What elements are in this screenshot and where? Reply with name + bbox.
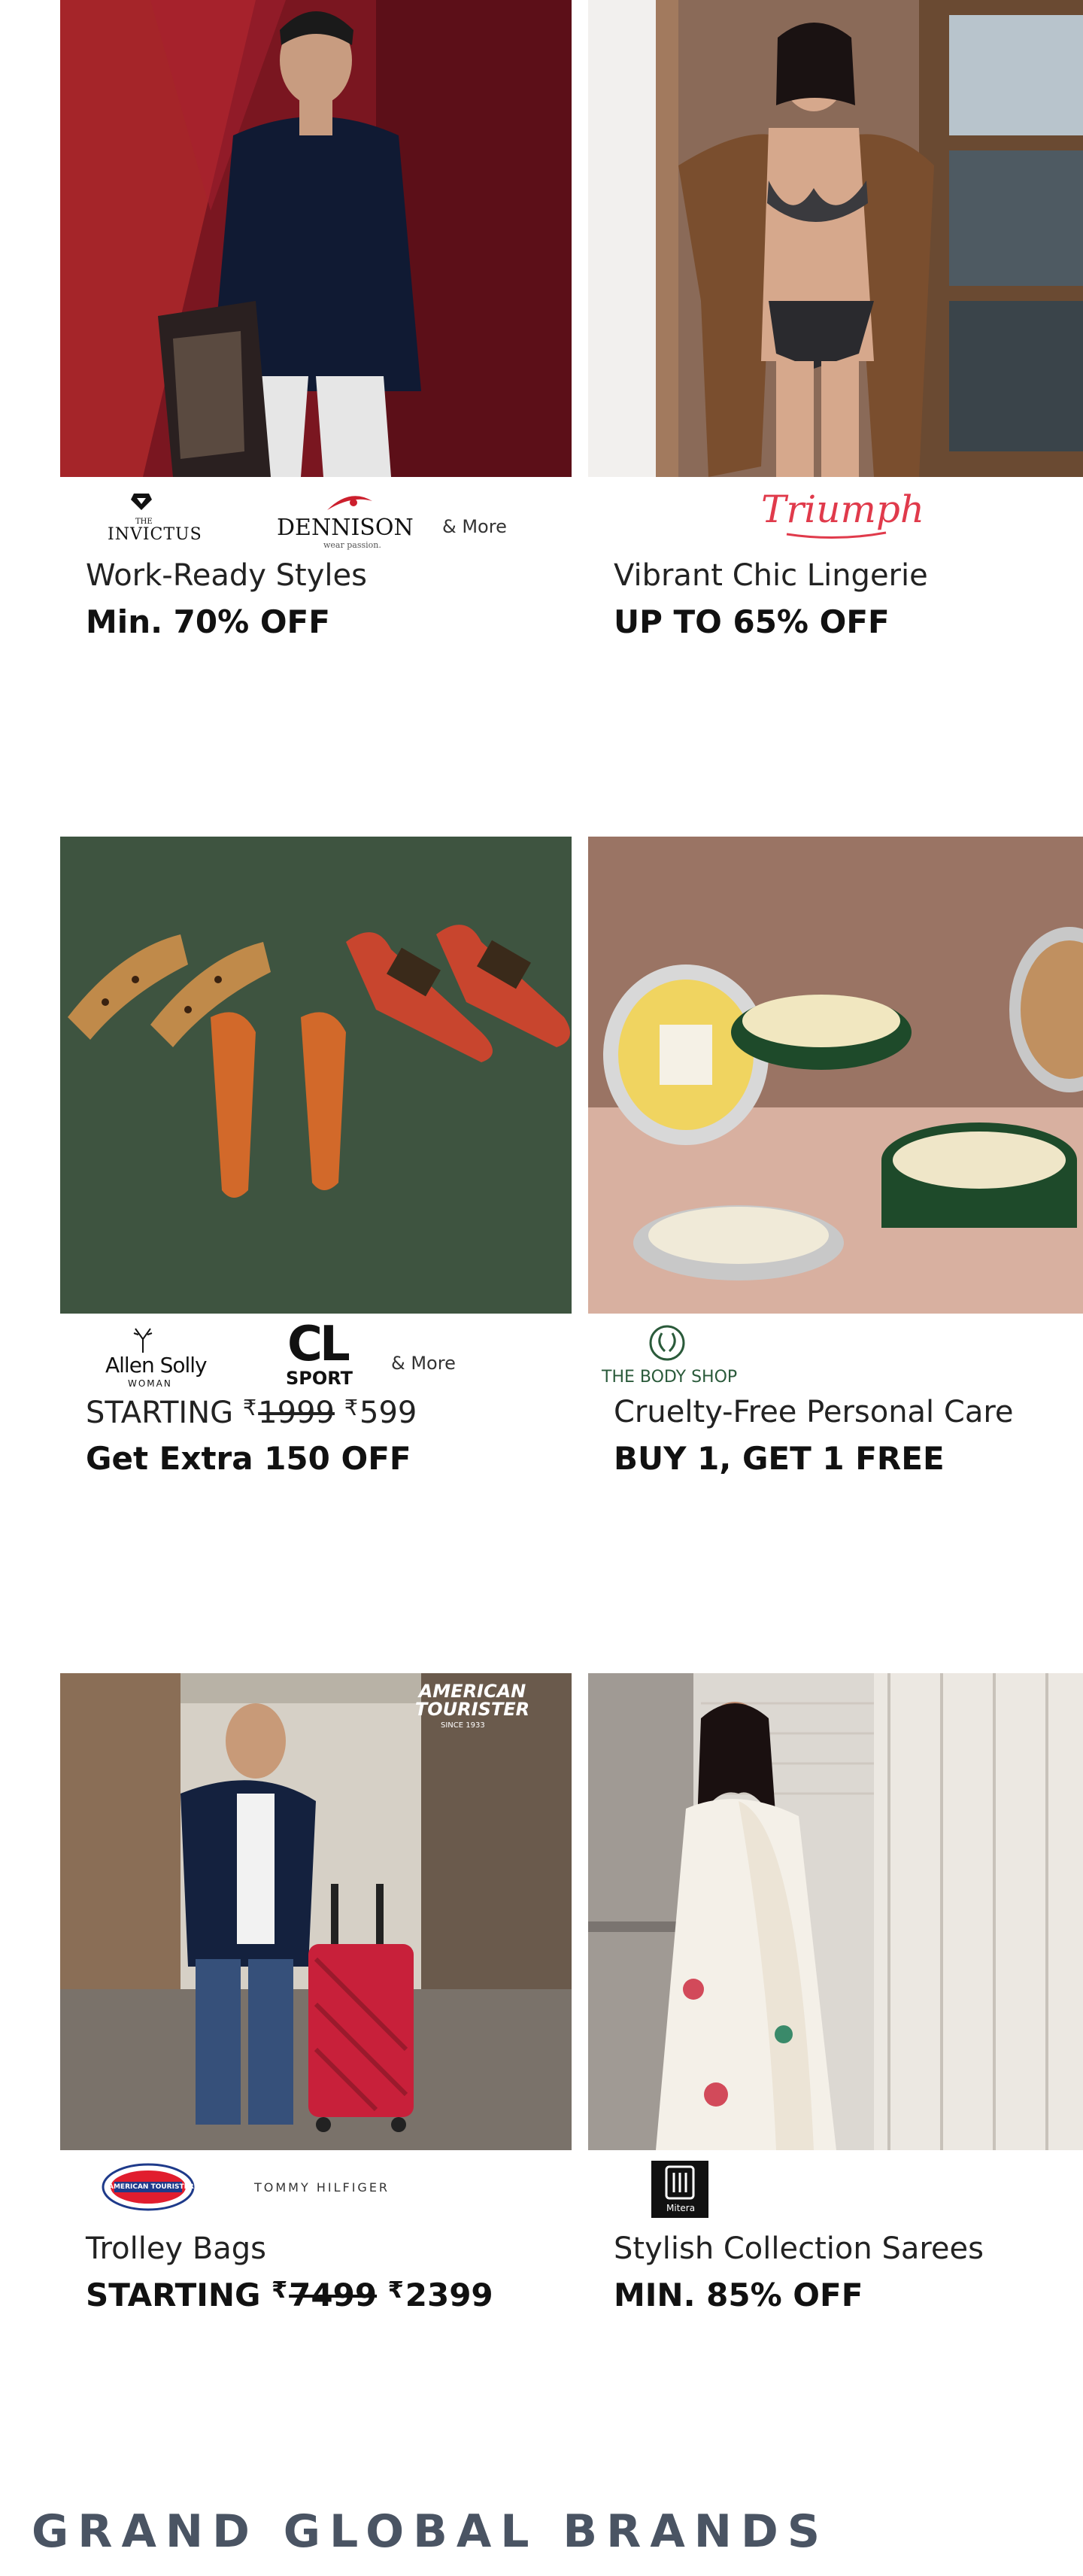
- dennison-logo-tag: wear passion.: [323, 540, 381, 550]
- promo-image-trolley[interactable]: AMERICAN TOURISTER SINCE 1933: [60, 1673, 572, 2150]
- triumph-logo-text: Triumph: [761, 488, 925, 531]
- card-offer: MIN. 85% OFF: [614, 2277, 863, 2313]
- dennison-logo-text: DENNISON: [277, 515, 414, 541]
- rupee-symbol: ₹: [344, 1395, 359, 1420]
- promo-card-personal-care[interactable]: THE BODY SHOP Cruelty-Free Personal Care…: [588, 837, 1083, 1509]
- more-brands-label: & More: [442, 516, 507, 537]
- invictus-logo-text: INVICTUS: [108, 525, 202, 544]
- allen-solly-logo-tag: WOMAN: [128, 1378, 172, 1389]
- man-with-trolley-photo: [60, 1673, 572, 2150]
- invictus-logo-icon: [131, 494, 152, 510]
- more-brands-label: & More: [391, 1353, 456, 1374]
- photo-brand-tag: SINCE 1933: [441, 1721, 485, 1730]
- card-price-line: STARTING ₹1999 ₹599: [86, 1395, 417, 1430]
- promo-card-work-ready[interactable]: THE INVICTUS DENNISON wear passion. & Mo…: [60, 0, 572, 673]
- dennison-swoosh-icon: [327, 496, 372, 510]
- body-shop-leaf-icon: [649, 1325, 685, 1361]
- photo-brand-text: AMERICAN TOURISTER: [414, 1681, 530, 1720]
- promo-card-lingerie[interactable]: Triumph Vibrant Chic Lingerie UP TO 65% …: [588, 0, 1083, 673]
- triumph-underline-icon: [786, 531, 887, 539]
- brand-logos: AMERICAN TOURISTER TOMMY HILFIGER: [83, 2161, 564, 2236]
- promo-image-lingerie[interactable]: [588, 0, 1083, 477]
- brand-logos: Mitera: [611, 2161, 1083, 2236]
- card-title: Cruelty-Free Personal Care: [614, 1395, 1014, 1429]
- promo-card-trolley-bags[interactable]: AMERICAN TOURISTER SINCE 1933 AMERICAN T…: [60, 1673, 572, 2346]
- section-title-grand-global-brands: GRAND GLOBAL BRANDS: [32, 2505, 830, 2558]
- american-tourister-logo-text: AMERICAN TOURISTER: [108, 2183, 194, 2191]
- new-price: 2399: [405, 2277, 493, 2313]
- mitera-logo-icon: Mitera: [651, 2161, 708, 2218]
- woman-saree-photo: [588, 1673, 1083, 2150]
- rupee-symbol: ₹: [387, 2277, 404, 2304]
- rupee-symbol: ₹: [242, 1395, 257, 1420]
- promo-image-footwear[interactable]: [60, 837, 572, 1314]
- allen-solly-logo-text: Allen Solly: [105, 1353, 208, 1378]
- card-title: Trolley Bags: [86, 2231, 266, 2266]
- brand-logos: Allen Solly WOMAN CL SPORT & More: [83, 1317, 564, 1399]
- mitera-logo-text: Mitera: [666, 2203, 696, 2213]
- brand-logos: Triumph: [611, 488, 1083, 563]
- brand-logos: THE INVICTUS DENNISON wear passion. & Mo…: [83, 488, 564, 563]
- tommy-hilfiger-logo-text: TOMMY HILFIGER: [254, 2180, 390, 2195]
- promo-image-men-shirt[interactable]: [60, 0, 572, 477]
- card-price-line: STARTING ₹7499 ₹2399: [86, 2277, 493, 2313]
- card-offer: BUY 1, GET 1 FREE: [614, 1440, 945, 1477]
- cl-logo-text: CL: [287, 1317, 350, 1372]
- allen-solly-deer-icon: [133, 1328, 153, 1353]
- cl-logo-tag: SPORT: [286, 1368, 353, 1389]
- body-shop-logo-text: THE BODY SHOP: [602, 1368, 738, 1387]
- card-title: Stylish Collection Sarees: [614, 2231, 984, 2266]
- rupee-symbol: ₹: [272, 2277, 288, 2304]
- promo-card-sarees[interactable]: Mitera Stylish Collection Sarees MIN. 85…: [588, 1673, 1083, 2346]
- women-heels-photo: [60, 837, 572, 1314]
- card-title: Vibrant Chic Lingerie: [614, 558, 928, 593]
- woman-lingerie-photo: [588, 0, 1083, 477]
- new-price: 599: [359, 1396, 417, 1431]
- body-butter-jars-photo: [588, 837, 1083, 1314]
- promo-image-body-butter[interactable]: [588, 837, 1083, 1314]
- card-offer: Min. 70% OFF: [86, 603, 330, 640]
- card-offer: UP TO 65% OFF: [614, 603, 890, 640]
- card-title: Work-Ready Styles: [86, 558, 367, 593]
- starting-label: STARTING: [86, 1396, 234, 1431]
- promo-image-saree[interactable]: [588, 1673, 1083, 2150]
- old-price: 7499: [289, 2277, 378, 2313]
- promo-card-footwear[interactable]: Allen Solly WOMAN CL SPORT & More STARTI…: [60, 837, 572, 1509]
- old-price: 1999: [258, 1396, 335, 1431]
- brand-logos: THE BODY SHOP: [602, 1324, 1083, 1399]
- man-in-shirt-photo: [60, 0, 572, 477]
- card-offer: Get Extra 150 OFF: [86, 1440, 411, 1477]
- starting-label: STARTING: [86, 2277, 261, 2313]
